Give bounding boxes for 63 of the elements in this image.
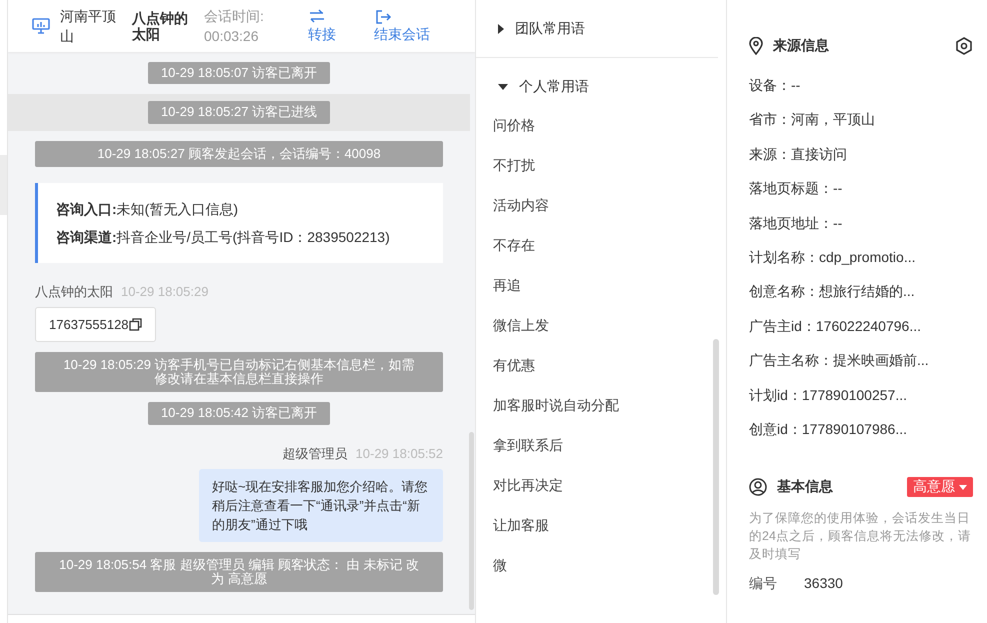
info-field: 广告主id：176022240796...: [749, 308, 973, 344]
phrase-item[interactable]: 让加客服: [476, 506, 726, 546]
info-field: 计划id：177890100257...: [749, 378, 973, 412]
sender-name: 超级管理员: [282, 446, 348, 461]
timer: 00:03:26: [204, 27, 260, 46]
entry-field: 咨询入口:未知(暂无入口信息): [56, 194, 425, 223]
info-field: 落地页标题：--: [749, 171, 973, 206]
exit-icon: [374, 8, 392, 24]
message-time: 10-29 18:05:29: [121, 284, 208, 299]
phrase-item[interactable]: 不存在: [476, 226, 726, 266]
phrase-item[interactable]: 微信上发: [476, 306, 726, 346]
system-notice: 10-29 18:05:27 访客已进线: [148, 101, 330, 124]
field-value: 36330: [804, 575, 843, 594]
caret-right-icon: [498, 24, 504, 34]
info-field: 省市：河南，平顶山: [749, 102, 973, 137]
user-circle-icon: [749, 478, 767, 496]
phrase-item[interactable]: 对比再决定: [476, 466, 726, 506]
phone-number: 17637555128: [49, 316, 129, 332]
phrase-item[interactable]: 再追: [476, 266, 726, 306]
system-notice: 10-29 18:05:29 访客手机号已自动标记右侧基本信息栏，如需修改请在基本信息栏直接操作: [35, 352, 443, 392]
system-notice: 10-29 18:05:54 客服 超级管理员 编辑 顾客状态： 由 未标记 改为 高意愿: [35, 552, 443, 592]
sender-name: 八点钟的太阳: [35, 284, 113, 299]
system-notice: 10-29 18:05:42 访客已离开: [148, 402, 330, 425]
info-field: 广告主名称：提米映画婚前...: [749, 343, 973, 378]
input-area[interactable]: [8, 614, 475, 623]
phrase-item[interactable]: 活动内容: [476, 186, 726, 226]
section-title: 基本信息: [777, 478, 833, 496]
visitor-name: 八点钟的太阳: [132, 10, 189, 42]
caret-down-icon: [498, 84, 508, 90]
info-field: 落地页地址：--: [749, 206, 973, 240]
info-field: 计划名称：cdp_promotio...: [749, 240, 973, 274]
monitor-icon: [32, 18, 50, 34]
system-notice: 10-29 18:05:27 顾客发起会话，会话编号：40098: [35, 140, 443, 167]
phrase-item[interactable]: 有优惠: [476, 346, 726, 386]
location-pin-icon: [749, 37, 763, 55]
end-session-button[interactable]: 结束会话: [374, 8, 430, 44]
scrollbar[interactable]: [469, 432, 474, 610]
transfer-arrows-icon: [308, 8, 326, 24]
copy-icon: [128, 318, 142, 331]
info-field: 来源：直接访问: [749, 136, 973, 172]
settings-icon[interactable]: [955, 37, 973, 55]
transfer-button[interactable]: 转接: [308, 8, 336, 44]
side-tab[interactable]: [0, 155, 7, 215]
field-label: 编号: [749, 575, 778, 594]
message-time: 10-29 18:05:52: [356, 446, 443, 461]
phrase-item[interactable]: 拿到联系后: [476, 426, 726, 466]
info-field: 设备：--: [749, 68, 973, 102]
timer-label: 会话时间:: [204, 7, 265, 26]
status-tag[interactable]: 高意愿: [907, 477, 973, 498]
system-notice: 10-29 18:05:07 访客已离开: [148, 62, 330, 84]
info-field: 创意id：177890107986...: [749, 412, 973, 446]
message-bubble: 好哒~现在安排客服加您介绍哈。请您稍后注意查看一下“通讯录”并点击“新的朋友”通过下哦: [199, 468, 443, 542]
phrase-item[interactable]: 微: [476, 546, 726, 586]
caret-down-icon: [959, 484, 967, 490]
info-field: 创意名称：想旅行结婚的...: [749, 274, 973, 309]
phrase-group-header[interactable]: 团队常用语: [476, 0, 718, 58]
location-label: 河南平顶山: [60, 7, 117, 46]
section-title: 来源信息: [773, 37, 829, 55]
entry-field: 咨询渠道:抖音企业号/员工号(抖音号ID：2839502213): [56, 222, 425, 251]
notice-text: 为了保障您的使用体验，会话发生当日的24点之后，顾客信息将无法修改，请及时填写: [749, 510, 972, 564]
phrase-item[interactable]: 加客服时说自动分配: [476, 386, 726, 426]
phrase-item[interactable]: 不打扰: [476, 146, 726, 186]
scrollbar[interactable]: [713, 339, 719, 595]
